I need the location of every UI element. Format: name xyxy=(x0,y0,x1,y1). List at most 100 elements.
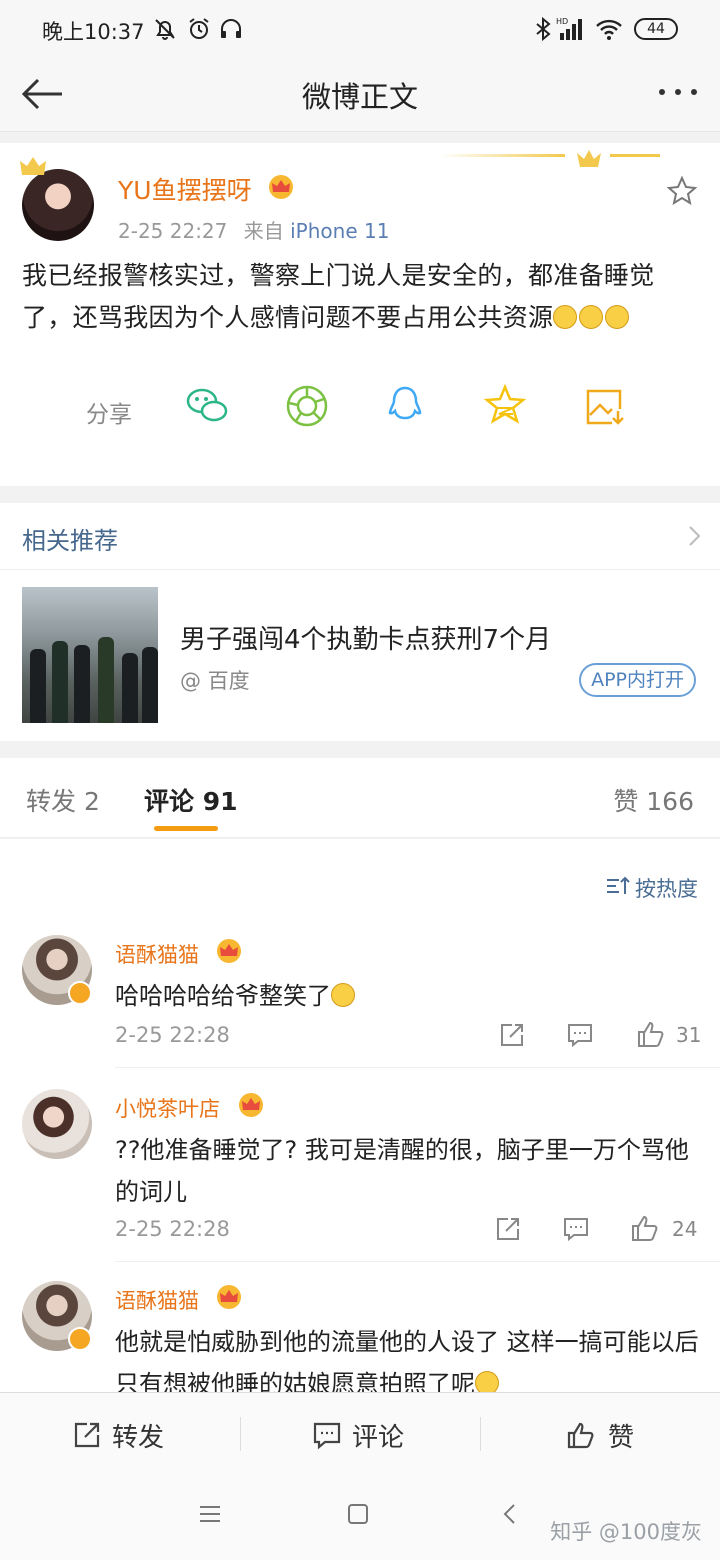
comment-text: 哈哈哈哈给爷整笑了 xyxy=(115,975,705,1017)
verified-badge-icon xyxy=(68,1327,92,1351)
comment-item: 语酥猫猫 哈哈哈哈给爷整笑了 2-25 22:28 31 xyxy=(0,935,720,1071)
tab-likes[interactable]: 赞 166 xyxy=(613,782,694,818)
like-thumb-icon[interactable] xyxy=(636,1019,666,1049)
emoji-icon xyxy=(475,1371,499,1392)
poster-avatar[interactable] xyxy=(22,169,94,241)
sort-button[interactable]: 按热度 xyxy=(607,873,698,903)
like-count: 24 xyxy=(672,1217,698,1241)
emoji-icon xyxy=(605,305,630,329)
alarm-icon xyxy=(189,18,209,39)
like-count: 31 xyxy=(676,1023,702,1047)
comment-item: 小悦茶叶店 ??他准备睡觉了? 我可是清醒的很，脑子里一万个骂他的词儿 2-25… xyxy=(0,1089,720,1269)
comment-text-content: 他就是怕威胁到他的流量他的人设了 这样一搞可能以后只有想被他睡的姑娘愿意拍照了呢 xyxy=(115,1328,699,1392)
back-icon[interactable] xyxy=(500,1502,520,1526)
commenter-avatar[interactable] xyxy=(22,1089,92,1159)
tab-bar: 转发 2 评论 91 赞 166 xyxy=(0,758,720,838)
tab-comments[interactable]: 评论 91 xyxy=(144,782,238,818)
crown-decoration-icon xyxy=(440,150,660,167)
bottom-action-bar: 转发 评论 赞 xyxy=(0,1392,720,1474)
divider xyxy=(115,1261,720,1262)
commenter-name[interactable]: 小悦茶叶店 xyxy=(115,1093,220,1123)
emoji-icon xyxy=(553,305,578,329)
qzone-icon[interactable] xyxy=(482,383,528,429)
like-button[interactable]: 赞 xyxy=(480,1393,720,1475)
related-title[interactable]: 男子强闯4个执勤卡点获刑7个月 xyxy=(180,619,551,656)
status-bar: 晚上10:37 HD 44 xyxy=(0,0,720,60)
post-source-prefix: 来自 xyxy=(243,219,284,243)
comment-label: 评论 xyxy=(352,1423,405,1453)
related-source: @ 百度 xyxy=(180,669,250,693)
menu-icon[interactable] xyxy=(198,1502,222,1526)
chevron-right-icon[interactable] xyxy=(688,525,702,547)
wechat-icon[interactable] xyxy=(184,383,230,429)
more-options-icon[interactable] xyxy=(656,72,700,112)
comment-item: 语酥猫猫 他就是怕威胁到他的流量他的人设了 这样一搞可能以后只有想被他睡的姑娘愿… xyxy=(0,1281,720,1392)
status-time: 晚上10:37 xyxy=(42,20,145,44)
vip-crown-icon xyxy=(217,1285,241,1309)
wifi-icon xyxy=(596,19,622,40)
like-label: 赞 xyxy=(608,1423,635,1453)
verified-badge-icon xyxy=(68,981,92,1005)
bluetooth-icon xyxy=(536,16,551,42)
divider xyxy=(0,569,720,570)
page-title: 微博正文 xyxy=(301,80,418,114)
related-section: 相关推荐 男子强闯4个执勤卡点获刑7个月 @ 百度 APP内打开 xyxy=(0,503,720,741)
emoji-icon xyxy=(579,305,604,329)
qq-icon[interactable] xyxy=(382,383,428,429)
crown-icon xyxy=(20,157,46,175)
figure-shape xyxy=(122,653,138,723)
post-date: 2-25 22:27 xyxy=(118,219,228,243)
active-tab-indicator xyxy=(154,826,218,831)
comment-text-content: 哈哈哈哈给爷整笑了 xyxy=(115,982,331,1010)
repost-icon xyxy=(74,1422,100,1448)
related-header: 相关推荐 xyxy=(22,527,118,555)
home-icon[interactable] xyxy=(346,1502,370,1526)
repost-button[interactable]: 转发 xyxy=(0,1393,240,1475)
comment-time: 2-25 22:28 xyxy=(115,1023,230,1047)
commenter-name[interactable]: 语酥猫猫 xyxy=(115,1285,199,1315)
watermark: 知乎 @100度灰 xyxy=(550,1520,702,1544)
commenter-name[interactable]: 语酥猫猫 xyxy=(115,939,199,969)
poster-username[interactable]: YU鱼摆摆呀 xyxy=(118,171,252,207)
like-thumb-icon xyxy=(567,1422,594,1449)
related-thumbnail[interactable] xyxy=(22,587,158,723)
battery-indicator: 44 xyxy=(634,18,678,40)
comment-icon[interactable] xyxy=(562,1215,590,1243)
post-source[interactable]: iPhone 11 xyxy=(290,219,389,243)
figure-shape xyxy=(74,645,90,723)
headset-icon xyxy=(221,19,241,38)
post-card: YU鱼摆摆呀 2-25 22:27 来自 iPhone 11 我已经报警核实过，… xyxy=(0,143,720,486)
sort-label: 按热度 xyxy=(635,877,698,901)
figure-shape xyxy=(142,647,158,723)
figure-shape xyxy=(52,641,68,723)
vip-crown-icon xyxy=(239,1093,263,1117)
repost-icon[interactable] xyxy=(498,1021,526,1049)
comment-icon xyxy=(313,1422,341,1450)
like-thumb-icon[interactable] xyxy=(630,1213,660,1243)
sort-icon xyxy=(607,876,630,894)
figure-shape xyxy=(98,637,114,723)
post-meta: 2-25 22:27 来自 iPhone 11 xyxy=(118,215,389,244)
comment-button[interactable]: 评论 xyxy=(240,1393,480,1475)
moments-icon[interactable] xyxy=(284,383,330,429)
nav-bar: 微博正文 xyxy=(0,60,720,132)
divider xyxy=(115,1067,720,1068)
open-in-app-button[interactable]: APP内打开 xyxy=(579,663,696,697)
favorite-star-icon[interactable] xyxy=(666,175,698,207)
tab-repost[interactable]: 转发 2 xyxy=(26,782,100,818)
post-text: 我已经报警核实过，警察上门说人是安全的，都准备睡觉了，还骂我因为个人感情问题不要… xyxy=(22,255,700,339)
comment-text: 他就是怕威胁到他的流量他的人设了 这样一搞可能以后只有想被他睡的姑娘愿意拍照了呢 xyxy=(115,1321,705,1392)
comments-list: 按热度 语酥猫猫 哈哈哈哈给爷整笑了 2-25 22:28 31 小悦茶叶店 ?… xyxy=(0,839,720,1392)
signal-icon: HD xyxy=(556,17,582,40)
mute-bell-icon xyxy=(155,19,175,40)
comment-time: 2-25 22:28 xyxy=(115,1217,230,1241)
comment-icon[interactable] xyxy=(566,1021,594,1049)
vip-crown-icon xyxy=(217,939,241,963)
share-label: 分享 xyxy=(86,402,132,428)
svg-text:HD: HD xyxy=(556,17,568,26)
system-nav-bar: 知乎 @100度灰 xyxy=(0,1474,720,1560)
comment-text: ??他准备睡觉了? 我可是清醒的很，脑子里一万个骂他的词儿 xyxy=(115,1136,689,1206)
figure-shape xyxy=(30,649,46,723)
save-image-icon[interactable] xyxy=(582,383,628,429)
repost-icon[interactable] xyxy=(494,1215,522,1243)
